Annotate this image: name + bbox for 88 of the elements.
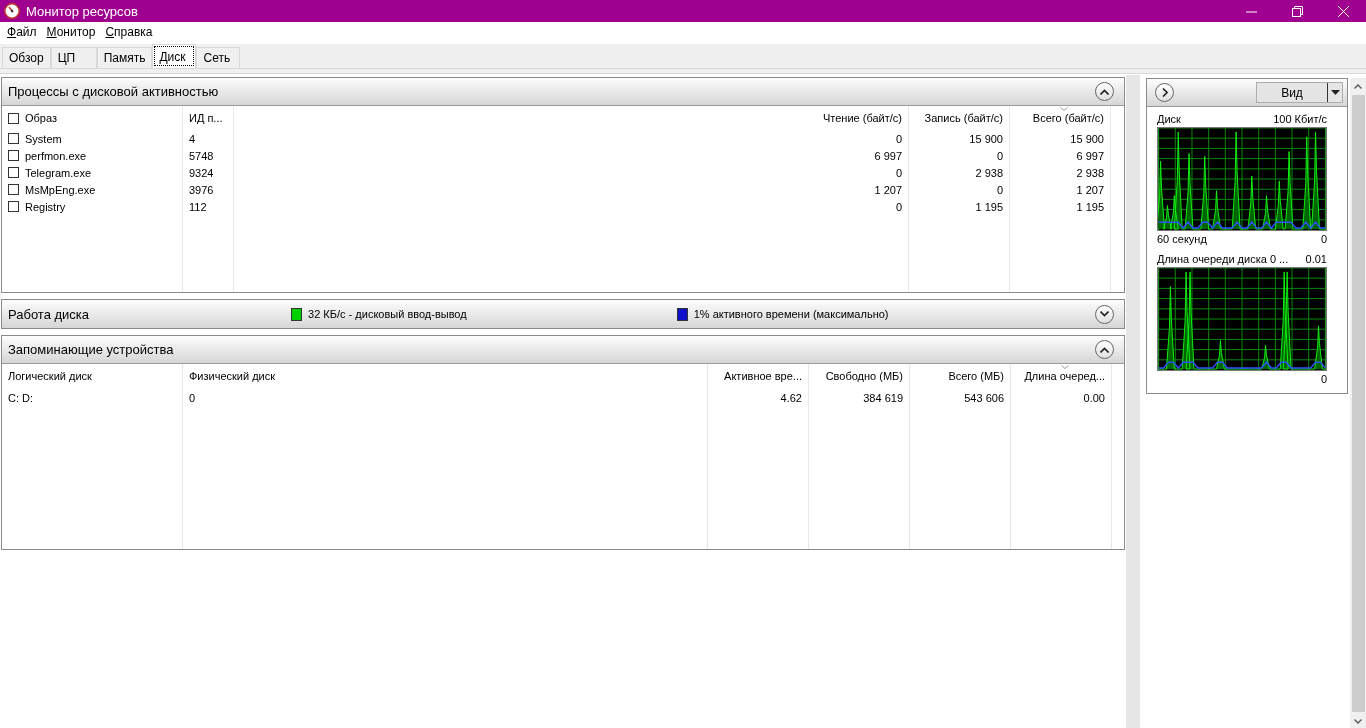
table-cell-text: 6 997 <box>873 148 903 164</box>
gauge-icon <box>4 3 20 19</box>
table-cell-text: 1 207 <box>1075 182 1105 198</box>
table-cell: MsMpEng.exe <box>25 183 96 196</box>
tab[interactable]: Сеть <box>196 47 241 68</box>
scale-min-label: 0 <box>1320 233 1327 245</box>
graph-title: Диск <box>1157 113 1181 125</box>
table-cell: System <box>25 132 62 145</box>
section-title: Работа диска <box>8 306 90 322</box>
table-cell-text: 0 <box>188 390 197 406</box>
chevron-right-icon <box>1161 88 1168 97</box>
column-header[interactable]: Длина очеред... <box>1011 364 1111 388</box>
table-cell: Registry <box>25 200 66 213</box>
table-cell-text: 0 <box>894 165 903 181</box>
table-cell-text: 4 <box>188 131 197 147</box>
table-cell-text: 9324 <box>188 165 215 181</box>
table-cell-text: 6 997 <box>1075 148 1105 164</box>
time-span-label: 60 секунд <box>1157 233 1207 245</box>
checkbox[interactable] <box>8 184 19 195</box>
tab[interactable]: Диск <box>152 44 197 68</box>
table-cell-text: 4.62 <box>779 390 803 406</box>
checkbox[interactable] <box>8 201 19 212</box>
tab[interactable]: Память <box>96 47 153 68</box>
column-header[interactable]: Всего (байт/с) <box>1010 106 1110 130</box>
dropdown-arrow-icon <box>1330 90 1340 95</box>
checkbox[interactable] <box>8 150 19 161</box>
table-cell-text: 0 <box>995 148 1004 164</box>
table-cell-text: 2 938 <box>974 165 1004 181</box>
window-title: Монитор ресурсов <box>26 3 139 19</box>
checkbox[interactable] <box>8 167 19 178</box>
scale-min-label: 0 <box>1320 373 1327 385</box>
table-cell-text: 0 <box>894 199 903 215</box>
table-cell-text: 2 938 <box>1075 165 1105 181</box>
column-header[interactable]: Запись (байт/с) <box>909 106 1009 130</box>
scroll-down-icon <box>1354 718 1362 724</box>
graph-title: Длина очереди диска 0 ... <box>1157 253 1289 265</box>
chevron-up-icon <box>1100 88 1109 95</box>
column-label: Образ <box>25 112 57 124</box>
expand-button[interactable] <box>1095 304 1114 324</box>
table-cell: Telegram.exe <box>25 166 92 179</box>
checkbox[interactable] <box>8 133 19 144</box>
table-cell-text: 1 207 <box>873 182 903 198</box>
view-button[interactable]: Вид <box>1256 82 1343 103</box>
close-icon <box>1337 5 1349 17</box>
legend-label: 32 КБ/с - дисковый ввод-вывод <box>308 308 467 320</box>
table-cell-text: 0 <box>894 131 903 147</box>
tab[interactable]: Обзор <box>2 47 51 68</box>
table-cell-text: 0.00 <box>1082 390 1106 406</box>
table-cell: perfmon.exe <box>25 149 87 162</box>
table-cell-text: 15 900 <box>968 131 1004 147</box>
table-cell-text: 543 606 <box>963 390 1005 406</box>
chevron-up-icon <box>1100 346 1109 353</box>
chevron-down-icon <box>1100 311 1109 317</box>
section-header[interactable]: Запоминающие устройства <box>2 336 1124 364</box>
table-cell-text: 5748 <box>188 148 215 164</box>
table-cell-text: 3976 <box>188 182 215 198</box>
table-cell-text: 0 <box>995 182 1004 198</box>
expand-button[interactable] <box>1155 83 1174 102</box>
column-header[interactable]: Чтение (байт/с) <box>234 106 908 130</box>
table-cell-text: 112 <box>188 199 208 215</box>
tab[interactable]: ЦП <box>50 47 97 68</box>
table-cell-text: 15 900 <box>1069 131 1105 147</box>
table-cell-text: C: D: <box>7 390 35 406</box>
collapse-button[interactable] <box>1095 340 1114 359</box>
section-header[interactable]: Процессы с дисковой активностью <box>2 78 1124 106</box>
column-header[interactable]: Активное вре... <box>708 364 808 388</box>
checkbox[interactable] <box>8 112 19 124</box>
scale-max-label: 0.01 <box>1305 253 1327 265</box>
table-cell-text: 1 195 <box>974 199 1004 215</box>
table-cell-text: 384 619 <box>862 390 904 406</box>
menu-item[interactable]: Монитор <box>41 25 101 39</box>
scale-max-label: 100 Кбит/с <box>1273 113 1327 125</box>
legend-label: 1% активного времени (максимально) <box>693 308 889 320</box>
scrollbar[interactable] <box>1350 78 1366 728</box>
menu-item[interactable]: Справка <box>100 25 158 39</box>
column-header[interactable]: Логический диск <box>2 364 182 388</box>
column-header[interactable]: Физический диск <box>183 364 707 388</box>
scroll-up-icon <box>1354 83 1362 89</box>
column-header[interactable]: Свободно (МБ) <box>809 364 909 388</box>
table-cell-text: 1 195 <box>1075 199 1105 215</box>
collapse-button[interactable] <box>1095 82 1114 101</box>
column-header[interactable]: Всего (МБ) <box>910 364 1010 388</box>
section-title: Процессы с дисковой активностью <box>8 84 219 99</box>
section-title: Запоминающие устройства <box>8 342 174 357</box>
menu-item[interactable]: Файл <box>2 25 42 39</box>
restore-icon <box>1291 5 1303 17</box>
section-header[interactable]: Работа диска 32 КБ/с - дисковый ввод-вывод 1% активного времени (максимально) <box>2 300 1124 328</box>
column-header[interactable]: ИД п... <box>183 106 233 130</box>
